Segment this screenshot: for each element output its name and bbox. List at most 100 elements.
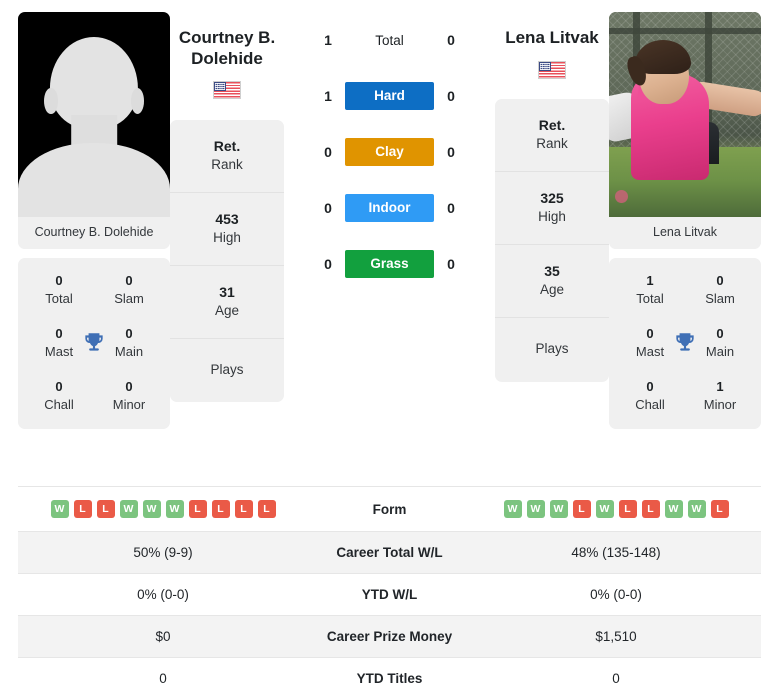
player-action-photo xyxy=(609,12,761,217)
h2h-clay-right-score: 0 xyxy=(447,144,455,160)
form-badge-win[interactable]: W xyxy=(50,500,69,518)
right-value-cell: $1,510 xyxy=(595,629,637,644)
stat-label-cell: YTD W/L xyxy=(361,587,418,602)
h2h-total-left-score: 1 xyxy=(324,32,332,48)
right-titles-minor-label: Minor xyxy=(703,396,737,412)
right-rank-label: Rank xyxy=(536,135,568,151)
left-age-label: Age xyxy=(214,302,240,318)
h2h-grass-right-score: 0 xyxy=(447,256,455,272)
left-titles-minor-value: 0 xyxy=(125,379,133,395)
left-titles-slam: 0 Slam xyxy=(94,272,164,307)
left-value-cell: 0 xyxy=(159,671,167,686)
right-titles-total-value: 1 xyxy=(646,273,654,288)
right-player-photo-card[interactable]: Lena Litvak xyxy=(609,12,761,249)
surface-badge-indoor[interactable]: Indoor xyxy=(345,194,434,222)
form-badge-loss[interactable]: L xyxy=(710,500,729,518)
right-rank-value: Ret. xyxy=(538,116,566,133)
right-high-value: 325 xyxy=(540,190,564,207)
h2h-row-clay: 0 Clay 0 xyxy=(290,124,489,180)
left-titles-minor-label: Minor xyxy=(112,396,146,412)
left-titles-minor: 0 Minor xyxy=(94,378,164,413)
form-badge-loss[interactable]: L xyxy=(572,500,591,518)
left-value-cell: 50% (9-9) xyxy=(133,545,193,560)
left-titles-chall-value: 0 xyxy=(55,379,63,395)
right-player-titles-card: 1 Total 0 Slam 0 Mast 0 Main 0 Chall 1 M… xyxy=(609,258,761,430)
right-player-name-text: Lena Litvak xyxy=(505,28,599,47)
left-value-cell: WLLWWWLLLL xyxy=(18,487,308,532)
right-value-cell: 48% (135-148) xyxy=(571,545,661,560)
form-badge-loss[interactable]: L xyxy=(257,500,276,518)
left-titles-total-label: Total xyxy=(45,290,73,306)
left-titles-slam-value: 0 xyxy=(125,273,133,288)
surface-badge-hard[interactable]: Hard xyxy=(345,82,434,110)
form-badge-win[interactable]: W xyxy=(503,500,522,518)
left-player-name-text: Courtney B. Dolehide xyxy=(178,28,276,68)
right-high-cell: 325 High xyxy=(495,172,609,246)
trophy-icon xyxy=(676,332,694,351)
right-rank-cell: Ret. Rank xyxy=(495,99,609,173)
right-plays-label: Plays xyxy=(535,341,569,357)
form-badge-loss[interactable]: L xyxy=(211,500,230,518)
right-titles-total-label: Total xyxy=(636,290,664,306)
left-titles-slam-label: Slam xyxy=(114,290,144,306)
left-value-cell: $0 xyxy=(155,629,171,644)
right-titles-chall-label: Chall xyxy=(635,396,665,412)
left-age-cell: 31 Age xyxy=(170,266,284,340)
form-badge-win[interactable]: W xyxy=(664,500,683,518)
left-titles-total-value: 0 xyxy=(55,273,63,288)
left-titles-chall-label: Chall xyxy=(44,396,74,412)
left-player-titles-card: 0 Total 0 Slam 0 Mast 0 Main 0 Chall 0 M… xyxy=(18,258,170,430)
right-value-cell: 0% (0-0) xyxy=(590,587,642,602)
form-badge-loss[interactable]: L xyxy=(618,500,637,518)
table-row: 0 YTD Titles 0 xyxy=(18,657,761,699)
right-value-cell: WWWLWLLWWL xyxy=(471,487,761,532)
left-rank-label: Rank xyxy=(211,156,243,172)
left-rank-value: Ret. xyxy=(213,137,241,154)
table-row: $0 Career Prize Money $1,510 xyxy=(18,615,761,658)
left-value-cell: 0% (0-0) xyxy=(137,587,189,602)
form-badge-win[interactable]: W xyxy=(165,500,184,518)
h2h-indoor-right-score: 0 xyxy=(447,200,455,216)
left-player-name[interactable]: Courtney B. Dolehide xyxy=(170,16,284,69)
right-player-stat-card: Ret. Rank 325 High 35 Age Plays xyxy=(495,98,609,382)
form-badge-win[interactable]: W xyxy=(526,500,545,518)
right-age-cell: 35 Age xyxy=(495,245,609,319)
form-badge-loss[interactable]: L xyxy=(234,500,253,518)
us-flag-icon xyxy=(213,81,241,100)
surface-badge-clay[interactable]: Clay xyxy=(345,138,434,166)
left-age-value: 31 xyxy=(219,283,235,300)
left-player-flag-wrap xyxy=(170,69,284,100)
h2h-row-hard: 1 Hard 0 xyxy=(290,68,489,124)
left-high-label: High xyxy=(213,229,241,245)
right-player-name[interactable]: Lena Litvak xyxy=(495,16,609,49)
right-player-info-column: Lena Litvak Ret. Rank 325 High 35 Age Pl… xyxy=(495,12,609,382)
form-badge-win[interactable]: W xyxy=(142,500,161,518)
h2h-hard-right-score: 0 xyxy=(447,88,455,104)
surface-badge-grass[interactable]: Grass xyxy=(345,250,434,278)
form-badge-loss[interactable]: L xyxy=(96,500,115,518)
left-high-value: 453 xyxy=(215,210,239,227)
form-badge-win[interactable]: W xyxy=(595,500,614,518)
table-row: W L L W W W L L L L Form W W W L W L L W W L xyxy=(18,486,761,532)
form-badge-loss[interactable]: L xyxy=(188,500,207,518)
form-badge-win[interactable]: W xyxy=(549,500,568,518)
h2h-row-grass: 0 Grass 0 xyxy=(290,236,489,292)
right-titles-minor: 1 Minor xyxy=(685,378,755,413)
right-age-label: Age xyxy=(539,282,565,298)
right-titles-slam-value: 0 xyxy=(716,273,724,288)
right-value-cell: 0 xyxy=(612,671,620,686)
left-player-photo-card[interactable]: Courtney B. Dolehide xyxy=(18,12,170,249)
right-form-strip: WWWLWLLWWL xyxy=(477,500,755,518)
form-badge-win[interactable]: W xyxy=(119,500,138,518)
right-titles-total: 1 Total xyxy=(615,272,685,307)
table-row: 0% (0-0) YTD W/L 0% (0-0) xyxy=(18,573,761,616)
form-badge-win[interactable]: W xyxy=(687,500,706,518)
table-row: 50% (9-9) Career Total W/L 48% (135-148) xyxy=(18,531,761,574)
left-plays-cell: Plays xyxy=(170,339,284,402)
left-player-info-column: Courtney B. Dolehide Ret. Rank 453 High … xyxy=(170,12,284,403)
right-player-photo xyxy=(609,12,761,217)
right-player-photo-column: Lena Litvak 1 Total 0 Slam 0 Mast 0 Main… xyxy=(609,12,761,430)
form-badge-loss[interactable]: L xyxy=(73,500,92,518)
right-age-value: 35 xyxy=(544,263,560,280)
form-badge-loss[interactable]: L xyxy=(641,500,660,518)
